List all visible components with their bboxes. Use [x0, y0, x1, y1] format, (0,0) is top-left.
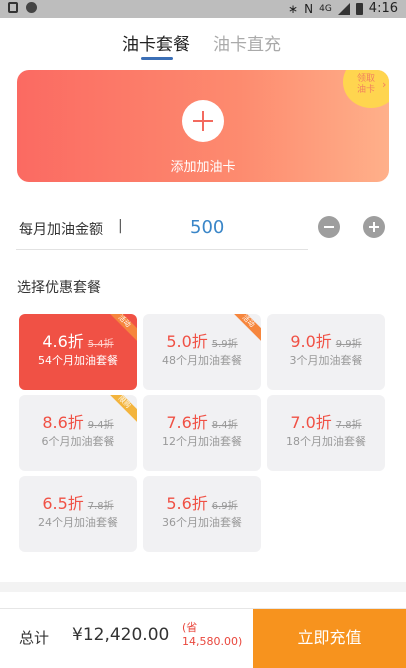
claim-fuel-card-badge[interactable]: 领取 油卡 › — [343, 70, 389, 108]
monthly-amount-value[interactable]: 500 — [190, 217, 224, 238]
package-original-discount: 9.9折 — [335, 339, 362, 350]
section-divider — [0, 582, 406, 592]
tab-fuel-card-package[interactable]: 油卡套餐 — [122, 30, 190, 55]
main-content: 添加加油卡 领取 油卡 › 每月加油金额 | 500 选择优惠套餐 活动 4.6… — [0, 66, 406, 582]
clock: 4:16 — [368, 1, 398, 16]
header-tabs: 油卡套餐 油卡直充 — [0, 18, 406, 66]
package-card-3-months[interactable]: 9.0折 9.9折 3个月加油套餐 — [267, 314, 385, 390]
package-description: 3个月加油套餐 — [289, 354, 363, 367]
savings-note-line1: (省 — [182, 621, 198, 634]
chevron-right-icon: › — [382, 78, 387, 91]
package-discount: 4.6折 — [42, 332, 84, 351]
notification-icon — [8, 2, 18, 13]
nfc-icon: N — [304, 1, 314, 16]
package-discount: 9.0折 — [290, 332, 332, 351]
package-discount: 7.0折 — [290, 413, 332, 432]
package-card-12-months[interactable]: 7.6折 8.4折 12个月加油套餐 — [143, 395, 261, 471]
total-label: 总计 — [19, 629, 50, 647]
package-discount: 5.6折 — [166, 494, 208, 513]
recharge-now-button[interactable]: 立即充值 — [253, 609, 406, 668]
package-card-24-months[interactable]: 6.5折 7.8折 24个月加油套餐 — [19, 476, 137, 552]
package-original-discount: 8.4折 — [211, 420, 238, 431]
package-card-6-months[interactable]: 限购 8.6折 9.4折 6个月加油套餐 — [19, 395, 137, 471]
signal-icon — [337, 2, 350, 15]
monthly-amount-label: 每月加油金额 — [19, 222, 103, 238]
checkout-bar: 总计 ¥12,420.00 (省 14,580.00) 立即充值 — [0, 608, 406, 668]
status-bar: ∗ N 4G 4:16 — [0, 0, 406, 18]
amount-underline — [16, 249, 308, 250]
monthly-amount-row: 每月加油金额 | 500 — [0, 206, 406, 250]
package-description: 24个月加油套餐 — [38, 516, 118, 529]
package-description: 36个月加油套餐 — [162, 516, 242, 529]
total-amount: ¥12,420.00 — [72, 625, 170, 645]
add-fuel-card-panel[interactable]: 添加加油卡 领取 油卡 › — [17, 70, 389, 182]
package-discount: 5.0折 — [166, 332, 208, 351]
tab-fuel-card-direct-recharge[interactable]: 油卡直充 — [213, 30, 281, 55]
package-original-discount: 7.8折 — [87, 501, 114, 512]
active-tab-indicator — [141, 57, 173, 60]
package-description: 48个月加油套餐 — [162, 354, 242, 367]
package-card-54-months[interactable]: 活动 4.6折 5.4折 54个月加油套餐 — [19, 314, 137, 390]
package-description: 18个月加油套餐 — [286, 435, 366, 448]
package-original-discount: 6.9折 — [211, 501, 238, 512]
package-description: 12个月加油套餐 — [162, 435, 242, 448]
record-icon — [26, 2, 37, 13]
add-fuel-card-label: 添加加油卡 — [170, 160, 236, 175]
package-discount: 8.6折 — [42, 413, 84, 432]
package-card-48-months[interactable]: 活动 5.0折 5.9折 48个月加油套餐 — [143, 314, 261, 390]
package-card-36-months[interactable]: 5.6折 6.9折 36个月加油套餐 — [143, 476, 261, 552]
savings-note-line2: 14,580.00) — [182, 635, 243, 648]
savings-note: (省 14,580.00) — [182, 621, 254, 649]
plus-icon[interactable] — [182, 100, 224, 142]
amount-separator: | — [118, 218, 123, 234]
network-type: 4G — [319, 3, 332, 14]
increase-amount-button[interactable] — [363, 216, 385, 238]
package-card-18-months[interactable]: 7.0折 7.8折 18个月加油套餐 — [267, 395, 385, 471]
decrease-amount-button[interactable] — [318, 216, 340, 238]
package-discount: 7.6折 — [166, 413, 208, 432]
battery-icon — [355, 2, 363, 15]
package-original-discount: 5.4折 — [87, 339, 114, 350]
package-description: 6个月加油套餐 — [41, 435, 115, 448]
package-discount: 6.5折 — [42, 494, 84, 513]
package-original-discount: 5.9折 — [211, 339, 238, 350]
package-section-title: 选择优惠套餐 — [17, 280, 101, 296]
bluetooth-icon: ∗ — [288, 1, 299, 16]
package-original-discount: 7.8折 — [335, 420, 362, 431]
package-description: 54个月加油套餐 — [38, 354, 118, 367]
package-original-discount: 9.4折 — [87, 420, 114, 431]
